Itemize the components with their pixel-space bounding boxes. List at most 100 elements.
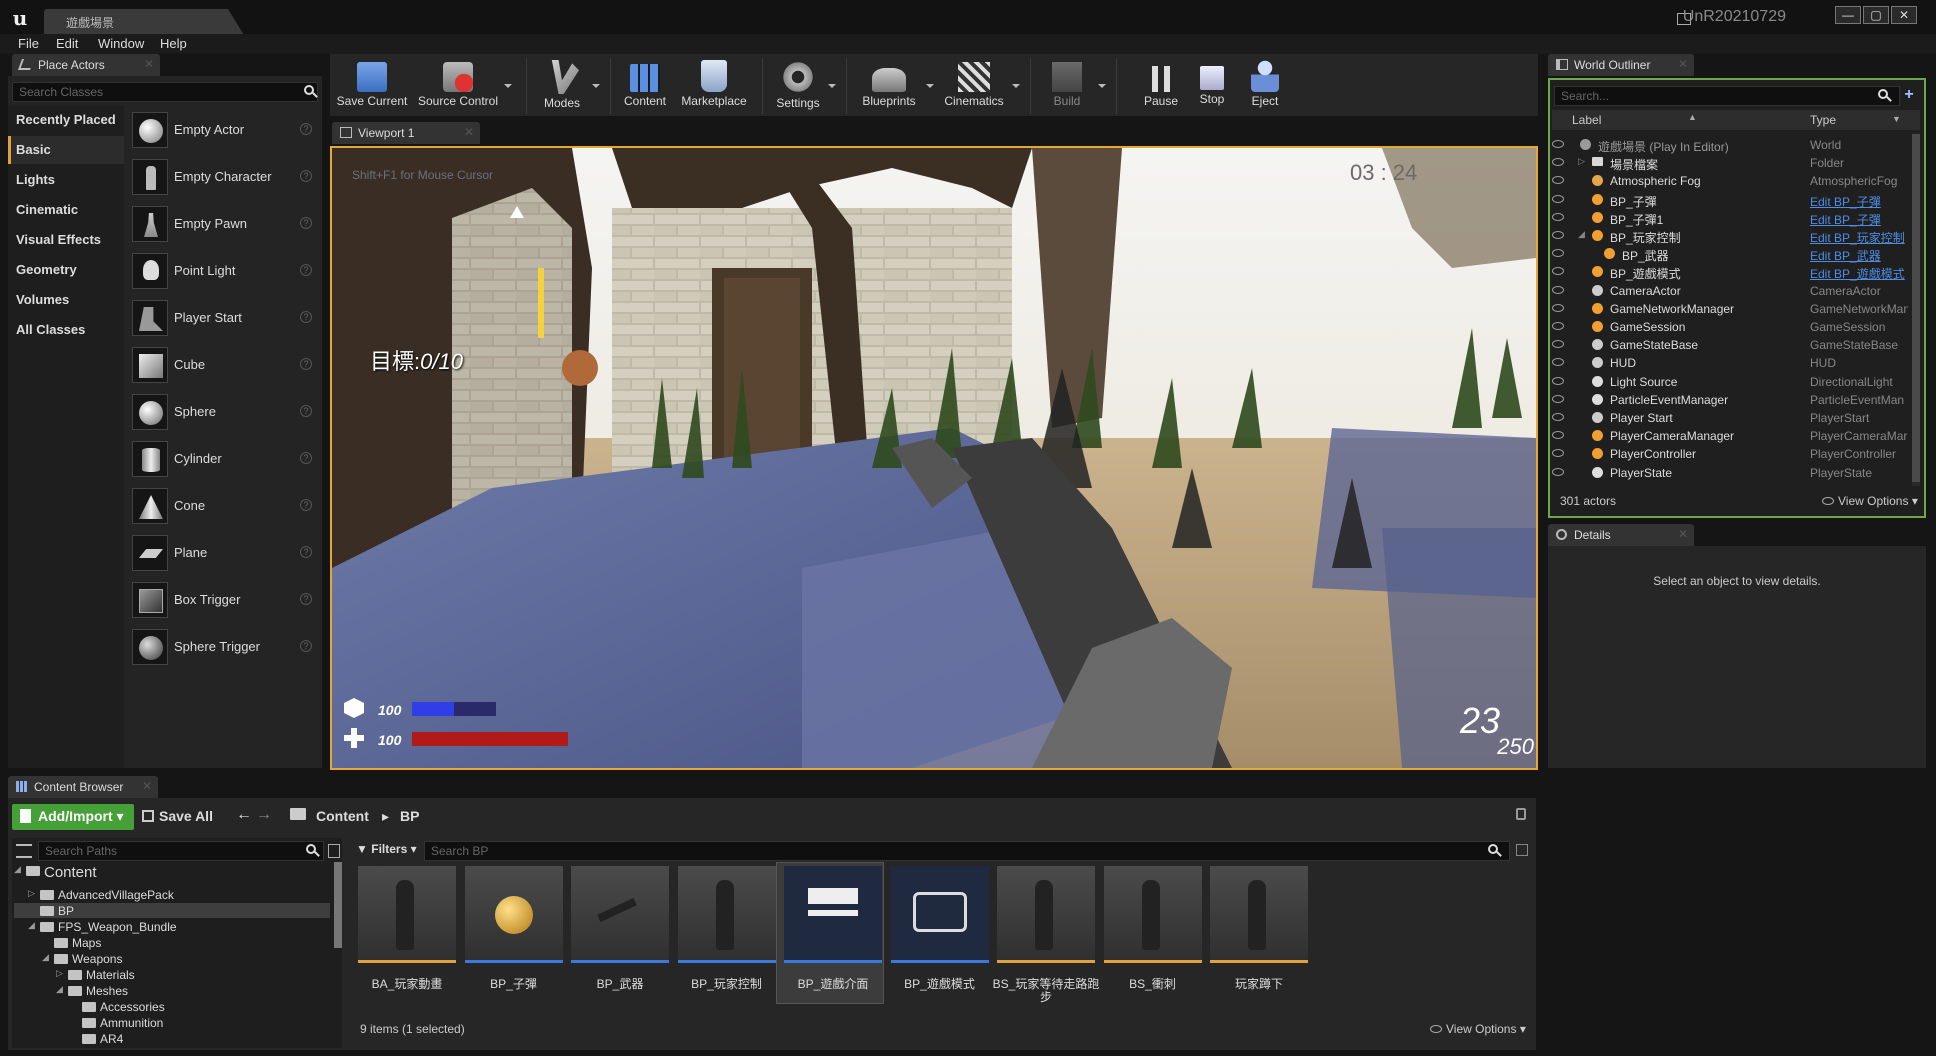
document-tab[interactable]: 遊戲場景 xyxy=(44,9,244,35)
minimize-button[interactable]: — xyxy=(1835,6,1861,24)
lock-icon[interactable] xyxy=(1516,808,1526,820)
build-button[interactable]: Build xyxy=(1040,58,1106,116)
close-icon[interactable]: ✕ xyxy=(142,779,152,793)
actor-sphere-trigger[interactable]: Sphere Trigger ? xyxy=(132,629,322,665)
content-browser-tab[interactable]: Content Browser ✕ xyxy=(8,776,158,798)
search-classes-input[interactable]: Search Classes xyxy=(12,82,318,102)
folder-tree-item[interactable]: Materials xyxy=(86,968,135,982)
expand-arrow-icon[interactable]: ◢ xyxy=(1578,229,1585,240)
expand-arrow-icon[interactable]: ◢ xyxy=(42,952,49,963)
close-icon[interactable]: ✕ xyxy=(1678,527,1688,541)
forward-arrow-icon[interactable]: → xyxy=(256,806,272,824)
category-visual-effects[interactable]: Visual Effects xyxy=(8,226,124,254)
outliner-search-input[interactable]: Search... xyxy=(1554,86,1900,106)
visibility-eye-icon[interactable] xyxy=(1552,194,1564,203)
folder-tree-item[interactable]: Content xyxy=(44,864,97,881)
sources-toggle-icon[interactable] xyxy=(16,844,32,858)
expand-arrow-icon[interactable]: ▷ xyxy=(56,968,63,979)
eject-button[interactable]: Eject xyxy=(1244,58,1286,116)
asset-tile[interactable]: BP_武器 xyxy=(571,866,669,991)
place-actors-tab[interactable]: Place Actors ✕ xyxy=(12,54,160,76)
category-geometry[interactable]: Geometry xyxy=(8,256,124,284)
asset-tile[interactable]: BS_衝刺 xyxy=(1103,866,1202,991)
folder-tree-item[interactable]: AR4 xyxy=(100,1032,123,1046)
folder-tree-item[interactable]: Ammunition xyxy=(100,1016,163,1030)
back-arrow-icon[interactable]: ← xyxy=(236,806,252,824)
asset-tile[interactable]: BP_遊戲介面 xyxy=(784,866,882,991)
content-button[interactable]: Content xyxy=(620,58,670,116)
blueprints-button[interactable]: Blueprints xyxy=(856,58,934,116)
search-icon[interactable] xyxy=(306,844,316,854)
outliner-row[interactable]: ParticleEventManager ParticleEventMan xyxy=(1552,391,1908,409)
visibility-eye-icon[interactable] xyxy=(1552,431,1564,440)
close-icon[interactable]: ✕ xyxy=(144,57,154,71)
category-recently-placed[interactable]: Recently Placed xyxy=(8,106,124,134)
category-volumes[interactable]: Volumes xyxy=(8,286,124,314)
outliner-row[interactable]: Player Start PlayerStart xyxy=(1552,409,1908,427)
help-icon[interactable]: ? xyxy=(300,452,312,464)
type-column-header[interactable]: Type xyxy=(1810,113,1836,127)
search-icon[interactable] xyxy=(1878,89,1888,99)
menu-edit[interactable]: Edit xyxy=(56,36,78,51)
search-bp-input[interactable]: Search BP xyxy=(424,841,1510,861)
outliner-row[interactable]: ▷ 場景檔案 Folder xyxy=(1552,154,1908,172)
pause-button[interactable]: Pause xyxy=(1140,58,1182,116)
asset-tile[interactable]: BP_遊戲模式 xyxy=(890,866,989,991)
outliner-row[interactable]: PlayerState PlayerState xyxy=(1552,464,1908,482)
outliner-row[interactable]: BP_子彈1 Edit BP_子彈 xyxy=(1552,209,1908,227)
outliner-row[interactable]: PlayerCameraManager PlayerCameraMar xyxy=(1552,427,1908,445)
expand-arrow-icon[interactable]: ◢ xyxy=(28,920,35,931)
folder-tree-item[interactable]: FPS_Weapon_Bundle xyxy=(58,920,177,934)
outliner-row[interactable]: BP_遊戲模式 Edit BP_遊戲模式 xyxy=(1552,263,1908,281)
visibility-eye-icon[interactable] xyxy=(1552,158,1564,167)
folder-tree-item[interactable]: Accessories xyxy=(100,1000,165,1014)
asset-tile[interactable]: BA_玩家動畫 xyxy=(358,866,456,991)
unreal-logo-icon[interactable]: u xyxy=(6,6,34,30)
category-all-classes[interactable]: All Classes xyxy=(8,316,124,344)
help-icon[interactable]: ? xyxy=(300,640,312,652)
settings-button[interactable]: Settings xyxy=(772,58,836,116)
help-icon[interactable]: ? xyxy=(300,405,312,417)
outliner-row[interactable]: PlayerController PlayerController xyxy=(1552,445,1908,463)
modes-button[interactable]: Modes xyxy=(536,58,600,116)
outliner-row[interactable]: ◢ BP_玩家控制 Edit BP_玩家控制 xyxy=(1552,227,1908,245)
outliner-row[interactable]: GameSession GameSession xyxy=(1552,318,1908,336)
outliner-row[interactable]: Atmospheric Fog AtmosphericFog xyxy=(1552,172,1908,190)
outliner-row[interactable]: CameraActor CameraActor xyxy=(1552,282,1908,300)
actor-empty-character[interactable]: Empty Character ? xyxy=(132,159,322,195)
viewport-tab[interactable]: Viewport 1 ✕ xyxy=(332,122,480,144)
help-icon[interactable]: ? xyxy=(300,358,312,370)
visibility-eye-icon[interactable] xyxy=(1552,376,1564,385)
maximize-button[interactable]: ▢ xyxy=(1863,6,1889,24)
content-view-options[interactable]: View Options ▾ xyxy=(1430,1022,1526,1036)
folder-tree-item[interactable]: Meshes xyxy=(86,984,128,998)
visibility-eye-icon[interactable] xyxy=(1552,231,1564,239)
visibility-eye-icon[interactable] xyxy=(1552,358,1564,367)
help-icon[interactable]: ? xyxy=(300,593,312,605)
tree-scrollbar[interactable] xyxy=(334,862,342,948)
visibility-eye-icon[interactable] xyxy=(1552,212,1564,221)
visibility-eye-icon[interactable] xyxy=(1552,303,1564,312)
actor-point-light[interactable]: Point Light ? xyxy=(132,253,322,289)
folder-tree-item[interactable]: BP xyxy=(58,904,74,918)
list-view-icon[interactable] xyxy=(328,844,340,858)
save-all-button[interactable]: Save All xyxy=(142,808,213,824)
visibility-eye-icon[interactable] xyxy=(1552,267,1564,276)
actor-player-start[interactable]: Player Start ? xyxy=(132,300,322,336)
help-icon[interactable]: ? xyxy=(300,499,312,511)
chevron-down-icon[interactable]: ▼ xyxy=(1892,114,1901,124)
search-paths-input[interactable]: Search Paths xyxy=(38,841,324,861)
visibility-eye-icon[interactable] xyxy=(1552,413,1564,421)
edit-blueprint-link[interactable]: Edit BP_武器 xyxy=(1810,247,1908,264)
visibility-eye-icon[interactable] xyxy=(1552,322,1564,330)
help-icon[interactable]: ? xyxy=(300,170,312,182)
outliner-row[interactable]: BP_武器 Edit BP_武器 xyxy=(1552,245,1908,263)
sort-ascending-icon[interactable]: ▲ xyxy=(1688,112,1697,122)
world-outliner-tab[interactable]: World Outliner ✕ xyxy=(1548,54,1694,76)
visibility-eye-icon[interactable] xyxy=(1552,285,1564,294)
edit-blueprint-link[interactable]: Edit BP_子彈 xyxy=(1810,193,1908,210)
edit-blueprint-link[interactable]: Edit BP_遊戲模式 xyxy=(1810,265,1908,282)
outliner-row[interactable]: HUD HUD xyxy=(1552,354,1908,372)
outliner-row[interactable]: BP_子彈 Edit BP_子彈 xyxy=(1552,191,1908,209)
outliner-scrollbar[interactable] xyxy=(1912,134,1920,486)
